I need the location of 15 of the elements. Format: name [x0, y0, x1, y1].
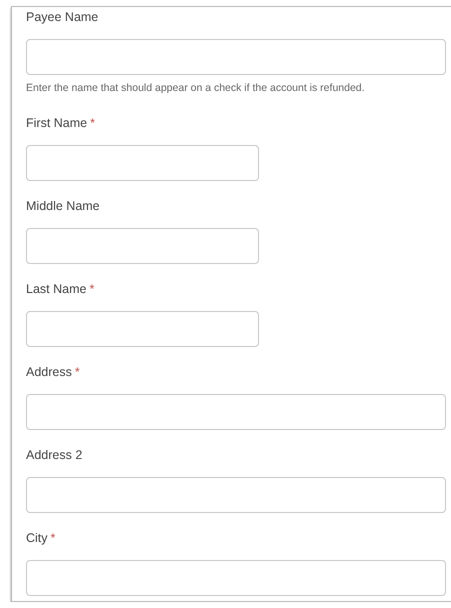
- text-field[interactable]: [26, 228, 259, 264]
- text-field[interactable]: [26, 311, 259, 347]
- text-field[interactable]: [26, 477, 446, 513]
- field-label: Last Name *: [26, 281, 94, 298]
- text-field[interactable]: [26, 560, 446, 596]
- text-field[interactable]: [26, 39, 446, 75]
- field-label: First Name *: [26, 115, 95, 132]
- field-label: City *: [26, 530, 56, 547]
- help-text: Enter the name that should appear on a check if the account is refunded.: [26, 81, 365, 95]
- field-label: Payee Name: [26, 9, 98, 26]
- field-label: Address *: [26, 364, 80, 381]
- text-field[interactable]: [26, 145, 259, 181]
- field-label: Address 2: [26, 447, 82, 464]
- text-field[interactable]: [26, 394, 446, 430]
- field-label: Middle Name: [26, 198, 100, 215]
